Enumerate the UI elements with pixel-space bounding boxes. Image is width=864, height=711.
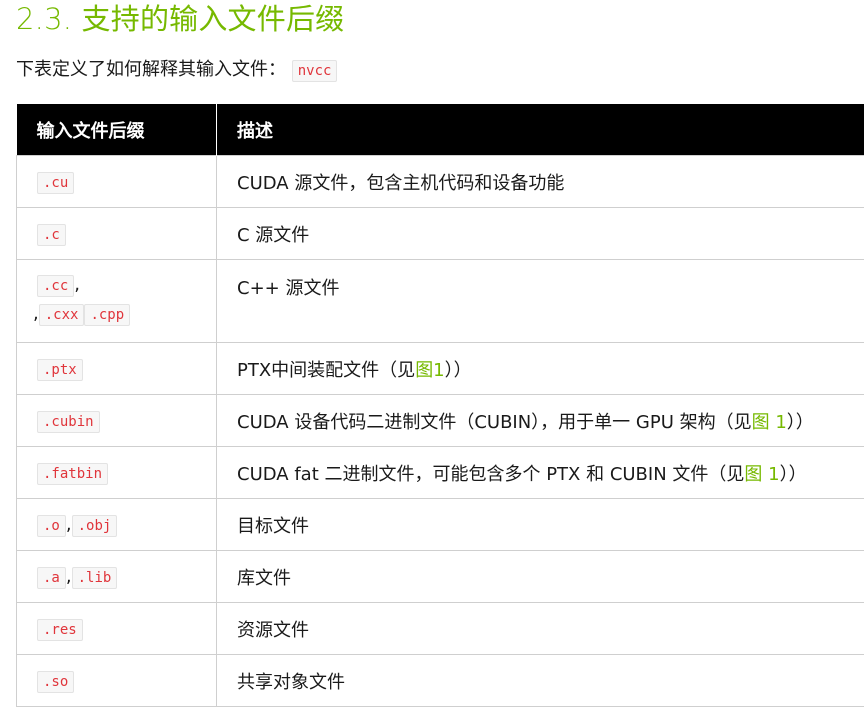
description-cell: CUDA fat 二进制文件，可能包含多个 PTX 和 CUBIN 文件（见图 … — [216, 446, 864, 499]
suffix-code: .fatbin — [37, 463, 109, 485]
intro-code: nvcc — [291, 60, 338, 82]
description-tail: ）） — [779, 463, 807, 485]
table-row: .c C 源文件 — [16, 207, 864, 260]
table-row: .o, .obj 目标文件 — [16, 498, 864, 551]
intro-text: 下表定义了如何解释其输入文件： — [16, 59, 286, 80]
description-text: 资源文件 — [237, 619, 309, 641]
header-suffix: 输入文件后缀 — [16, 104, 217, 156]
description-text: CUDA 源文件，包含主机代码和设备功能 — [237, 172, 565, 194]
description-cell: PTX中间装配文件（见图1）） — [216, 342, 864, 395]
description-text: C++ 源文件 — [237, 278, 340, 299]
suffix-code: .cubin — [37, 411, 100, 433]
table-row: .res 资源文件 — [16, 602, 864, 655]
suffix-code: .a — [37, 567, 66, 589]
description-cell: C++ 源文件 — [216, 259, 864, 343]
description-cell: 目标文件 — [216, 498, 864, 551]
suffix-code: .res — [37, 619, 83, 641]
description-text: 库文件 — [237, 567, 291, 589]
suffix-code: .ptx — [37, 359, 83, 381]
figure-link[interactable]: 图 1 — [744, 464, 779, 485]
table-header-row: 输入文件后缀 描述 — [16, 104, 864, 156]
description-text: CUDA fat 二进制文件，可能包含多个 PTX 和 CUBIN 文件（见 — [237, 463, 745, 485]
description-cell: 资源文件 — [216, 602, 864, 655]
suffix-cell: .cu — [16, 155, 217, 208]
suffix-code: .cpp — [84, 304, 131, 326]
figure-link[interactable]: 图 1 — [752, 412, 787, 433]
description-cell: C 源文件 — [216, 207, 864, 260]
description-cell: 库文件 — [216, 550, 864, 603]
table-row: .cu CUDA 源文件，包含主机代码和设备功能 — [16, 155, 864, 208]
suffix-cell: .fatbin — [16, 446, 217, 499]
table-row: .so 共享对象文件 — [16, 654, 864, 707]
description-tail: ）） — [786, 411, 814, 433]
suffix-code: .cxx — [38, 304, 85, 326]
description-text: 目标文件 — [237, 515, 309, 537]
header-description: 描述 — [216, 104, 864, 156]
suffix-code: .obj — [71, 515, 118, 537]
suffix-cell: .res — [16, 602, 217, 655]
suffix-cell: .c — [16, 207, 217, 260]
table-row: .fatbin CUDA fat 二进制文件，可能包含多个 PTX 和 CUBI… — [16, 446, 864, 499]
suffix-cell: .so — [16, 654, 217, 707]
section-heading: 2.3. 支持的输入文件后缀 — [16, 2, 345, 36]
suffix-cell: .cc, , .cxx .cpp — [16, 259, 217, 343]
description-cell: 共享对象文件 — [216, 654, 864, 707]
description-cell: CUDA 源文件，包含主机代码和设备功能 — [216, 155, 864, 208]
description-text: 共享对象文件 — [237, 671, 345, 693]
description-tail: ）） — [444, 359, 472, 381]
suffix-code: .o — [37, 515, 66, 537]
table-row: .cubin CUDA 设备代码二进制文件（CUBIN），用于单一 GPU 架构… — [16, 394, 864, 447]
description-cell: CUDA 设备代码二进制文件（CUBIN），用于单一 GPU 架构（见图 1）） — [216, 394, 864, 447]
intro-paragraph: 下表定义了如何解释其输入文件： nvcc — [16, 56, 338, 85]
suffix-cell: .a, .lib — [16, 550, 217, 603]
table-row: .cc, , .cxx .cpp C++ 源文件 — [16, 259, 864, 343]
table-row: .a, .lib 库文件 — [16, 550, 864, 603]
figure-link[interactable]: 图1 — [415, 360, 444, 381]
suffix-code: .lib — [71, 567, 118, 589]
suffix-cell: .ptx — [16, 342, 217, 395]
suffix-code: .cc — [37, 275, 75, 297]
suffix-code: .so — [37, 671, 75, 693]
description-text: PTX中间装配文件（见 — [237, 359, 416, 381]
suffix-cell: .cubin — [16, 394, 217, 447]
description-text: C 源文件 — [237, 224, 310, 246]
suffix-code: .cu — [37, 172, 75, 194]
suffix-table: 输入文件后缀 描述 .cu CUDA 源文件，包含主机代码和设备功能 .c C … — [16, 104, 864, 707]
description-text: CUDA 设备代码二进制文件（CUBIN），用于单一 GPU 架构（见 — [237, 411, 752, 433]
suffix-code: .c — [37, 224, 66, 246]
table-row: .ptx PTX中间装配文件（见图1）） — [16, 342, 864, 395]
suffix-cell: .o, .obj — [16, 498, 217, 551]
